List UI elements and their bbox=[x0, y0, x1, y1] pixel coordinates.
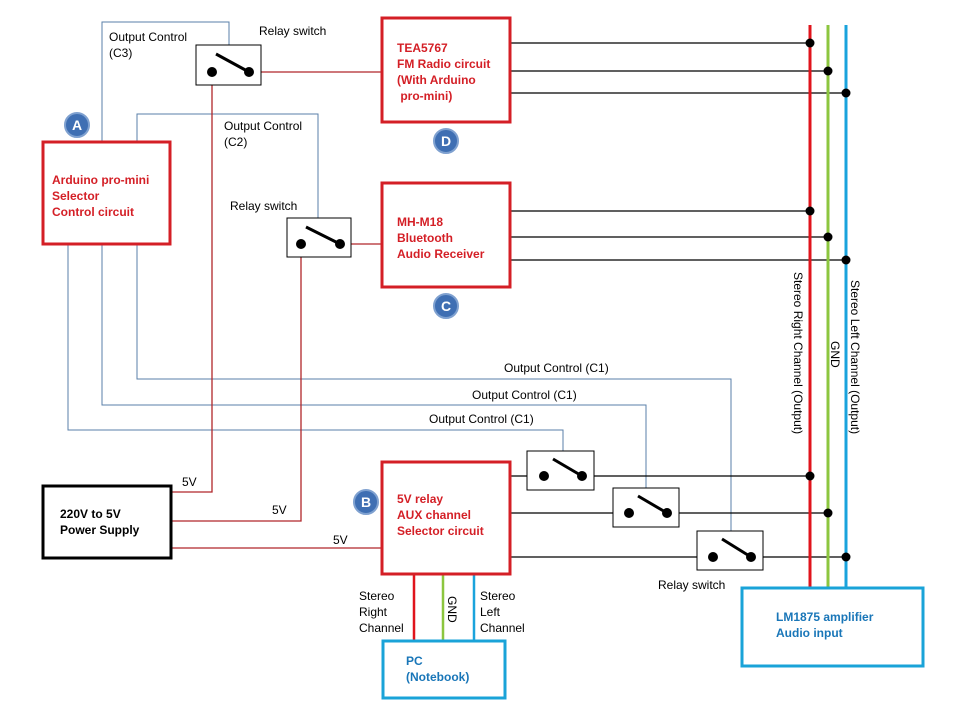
relay-switch-c1a bbox=[526, 450, 595, 491]
output-c1-label-3: Output Control (C1) bbox=[429, 412, 534, 426]
stereo-right-label-2: Right bbox=[359, 605, 388, 619]
svg-text:Audio Receiver: Audio Receiver bbox=[397, 247, 485, 261]
bus-gnd-label: GND bbox=[828, 341, 842, 368]
svg-text:A: A bbox=[72, 117, 82, 133]
5v-label-2: 5V bbox=[272, 503, 287, 517]
output-c3-label: Output Control bbox=[109, 30, 187, 44]
relay-label-c3: Relay switch bbox=[259, 24, 326, 38]
power-lines bbox=[171, 71, 382, 549]
stereo-left-label: Stereo bbox=[480, 589, 516, 603]
stereo-left-label-3: Channel bbox=[480, 621, 525, 635]
stereo-right-label-3: Channel bbox=[359, 621, 404, 635]
marker-b: B bbox=[353, 489, 379, 515]
stereo-right-label: Stereo bbox=[359, 589, 395, 603]
svg-text:Selector circuit: Selector circuit bbox=[397, 524, 484, 538]
relay-switch-c1c bbox=[696, 530, 764, 571]
svg-text:Control circuit: Control circuit bbox=[52, 205, 134, 219]
5v-label-1: 5V bbox=[182, 475, 197, 489]
svg-text:FM Radio circuit: FM Radio circuit bbox=[397, 57, 490, 71]
svg-text:AUX channel: AUX channel bbox=[397, 508, 471, 522]
output-c3-label-2: (C3) bbox=[109, 46, 132, 60]
svg-text:C: C bbox=[441, 298, 451, 314]
stereo-left-label-2: Left bbox=[480, 605, 501, 619]
relay-switch-c1b bbox=[612, 487, 680, 528]
svg-text:TEA5767: TEA5767 bbox=[397, 41, 448, 55]
output-c2-label-2: (C2) bbox=[224, 135, 247, 149]
pc-block: PC (Notebook) bbox=[381, 639, 507, 700]
svg-text:Arduino pro-mini: Arduino pro-mini bbox=[52, 173, 149, 187]
svg-text:Audio input: Audio input bbox=[776, 626, 843, 640]
fm-radio-block: TEA5767 FM Radio circuit (With Arduino p… bbox=[380, 16, 512, 124]
relay-label-c1: Relay switch bbox=[658, 578, 725, 592]
svg-text:Selector: Selector bbox=[52, 189, 100, 203]
bus-right-label: Stereo Right Channel (Output) bbox=[791, 272, 805, 434]
aux-selector-block: 5V relay AUX channel Selector circuit bbox=[380, 460, 512, 576]
svg-text:220V to 5V: 220V to 5V bbox=[60, 507, 121, 521]
marker-c: C bbox=[433, 293, 459, 319]
svg-text:D: D bbox=[441, 133, 451, 149]
relay-label-c2: Relay switch bbox=[230, 199, 297, 213]
arduino-block: Arduino pro-mini Selector Control circui… bbox=[41, 140, 172, 246]
svg-text:(Notebook): (Notebook) bbox=[406, 670, 469, 684]
relay-switch-c3 bbox=[195, 44, 262, 86]
gnd-label: GND bbox=[445, 596, 459, 623]
svg-text:LM1875 amplifier: LM1875 amplifier bbox=[776, 610, 874, 624]
bluetooth-block: MH-M18 Bluetooth Audio Receiver bbox=[380, 181, 512, 289]
svg-text:PC: PC bbox=[406, 654, 423, 668]
svg-text:pro-mini): pro-mini) bbox=[397, 89, 452, 103]
output-c1-label-2: Output Control (C1) bbox=[472, 388, 577, 402]
marker-d: D bbox=[433, 128, 459, 154]
marker-a: A bbox=[64, 112, 90, 138]
svg-text:5V relay: 5V relay bbox=[397, 492, 443, 506]
output-c1-label-1: Output Control (C1) bbox=[504, 361, 609, 375]
power-supply-block: 220V to 5V Power Supply bbox=[41, 484, 173, 560]
svg-text:B: B bbox=[361, 494, 371, 510]
amplifier-block: LM1875 amplifier Audio input bbox=[740, 586, 925, 668]
relay-switch-c2 bbox=[286, 217, 352, 258]
svg-text:Power Supply: Power Supply bbox=[60, 523, 140, 537]
svg-text:MH-M18: MH-M18 bbox=[397, 215, 443, 229]
svg-text:(With Arduino: (With Arduino bbox=[397, 73, 476, 87]
output-c2-label: Output Control bbox=[224, 119, 302, 133]
block-diagram: Stereo Right Channel (Output) GND Stereo… bbox=[41, 16, 925, 700]
bus-left-label: Stereo Left Channel (Output) bbox=[848, 280, 862, 434]
5v-label-3: 5V bbox=[333, 533, 348, 547]
svg-text:Bluetooth: Bluetooth bbox=[397, 231, 453, 245]
